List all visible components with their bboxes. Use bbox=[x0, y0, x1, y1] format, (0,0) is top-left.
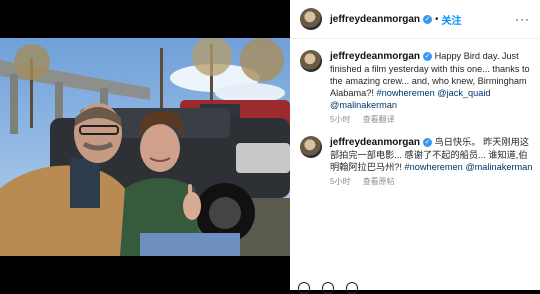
caption-time[interactable]: 5小时 bbox=[330, 115, 350, 124]
caption-meta: 5小时 查看翻译 bbox=[330, 114, 536, 125]
post-media-panel bbox=[0, 0, 290, 290]
caption-hashtag[interactable]: #nowheremen bbox=[376, 88, 434, 98]
follow-button[interactable]: 关注 bbox=[442, 12, 462, 27]
verified-badge-icon: ✓ bbox=[423, 14, 433, 24]
instagram-post-viewer: jeffreydeanmorgan ✓ • 关注 ··· jeffreydean… bbox=[0, 0, 540, 294]
caption-comment: jeffreydeanmorgan ✓ Happy Bird day. Just … bbox=[300, 50, 536, 125]
caption-avatar[interactable] bbox=[300, 50, 322, 72]
translation-time[interactable]: 5小时 bbox=[330, 177, 350, 186]
translation-hashtag[interactable]: #nowheremen bbox=[405, 162, 463, 172]
post-sidebar: jeffreydeanmorgan ✓ • 关注 ··· jeffreydean… bbox=[290, 0, 540, 294]
caption-mention-malina[interactable]: @malinakerman bbox=[330, 100, 397, 110]
translation-avatar[interactable] bbox=[300, 136, 322, 158]
caption-username[interactable]: jeffreydeanmorgan bbox=[330, 51, 420, 62]
translation-username[interactable]: jeffreydeanmorgan bbox=[330, 137, 420, 148]
more-horizontal-icon[interactable]: ··· bbox=[515, 12, 530, 26]
translation-comment: jeffreydeanmorgan ✓ 鸟日快乐。 昨天刚用这部拍完一部电影...… bbox=[300, 136, 536, 187]
translation-mention[interactable]: @malinakerman bbox=[465, 162, 532, 172]
separator-dot: • bbox=[435, 13, 439, 25]
photo-illustration bbox=[0, 38, 290, 256]
translation-meta: 5小时 查看原帖 bbox=[330, 176, 536, 187]
post-header: jeffreydeanmorgan ✓ • 关注 ··· bbox=[290, 0, 540, 39]
action-bar bbox=[298, 282, 358, 294]
comment-icon[interactable] bbox=[322, 282, 334, 294]
author-avatar[interactable] bbox=[300, 8, 322, 30]
share-icon[interactable] bbox=[346, 282, 358, 294]
verified-badge-icon: ✓ bbox=[423, 52, 433, 62]
author-username[interactable]: jeffreydeanmorgan bbox=[330, 14, 420, 25]
caption-mention-jack[interactable]: @jack_quaid bbox=[437, 88, 490, 98]
verified-badge-icon: ✓ bbox=[423, 138, 433, 148]
see-original-button[interactable]: 查看原帖 bbox=[363, 177, 395, 186]
see-translation-button[interactable]: 查看翻译 bbox=[363, 115, 395, 124]
caption-body: jeffreydeanmorgan ✓ Happy Bird day. Just … bbox=[330, 50, 536, 111]
translation-body: jeffreydeanmorgan ✓ 鸟日快乐。 昨天刚用这部拍完一部电影...… bbox=[330, 136, 536, 173]
like-icon[interactable] bbox=[298, 282, 310, 294]
post-photo[interactable] bbox=[0, 38, 290, 256]
